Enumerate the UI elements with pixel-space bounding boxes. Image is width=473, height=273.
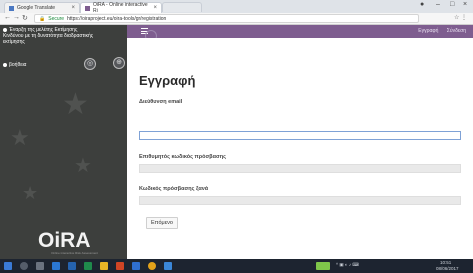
tray-icons[interactable]: ^ ▣ ◐ ♪ ⌨ — [336, 262, 359, 268]
app-icon[interactable] — [164, 262, 172, 270]
word-icon[interactable] — [68, 262, 76, 270]
url-input[interactable]: 🔒 Secure https://oiraproject.eu/oira-too… — [34, 14, 419, 23]
profile-icon[interactable]: ● — [420, 1, 424, 8]
close-tab-icon[interactable]: × — [153, 5, 157, 11]
excel-icon[interactable] — [84, 262, 92, 270]
top-links: Εγγραφή Σύνδεση — [418, 28, 473, 34]
register-link[interactable]: Εγγραφή — [418, 28, 438, 34]
battery-icon[interactable] — [316, 262, 330, 270]
task-view-icon[interactable] — [36, 262, 44, 270]
star-decoration-icon: ★ — [22, 183, 39, 203]
email-field[interactable] — [139, 131, 461, 140]
sidebar-intro-text: Έναρξη της μελέτης Εκτίμησης Κινδύνου με… — [3, 27, 94, 45]
sidebar-circle-button-1[interactable]: ◎ — [84, 58, 96, 70]
next-button[interactable]: Επόμενο — [146, 217, 178, 229]
tab-oira[interactable]: OiRA - Online interactive Ri × — [80, 2, 162, 14]
sidebar-intro[interactable]: Έναρξη της μελέτης Εκτίμησης Κινδύνου με… — [3, 27, 99, 45]
password-repeat-field[interactable] — [139, 196, 461, 205]
login-link[interactable]: Σύνδεση — [447, 28, 466, 34]
top-bar: Εγγραφή Σύνδεση — [127, 25, 473, 42]
oira-favicon-icon — [85, 5, 90, 11]
maximize-icon[interactable]: □ — [450, 1, 454, 8]
clock-time[interactable]: 10:51 — [440, 260, 451, 265]
file-explorer-icon[interactable] — [100, 262, 108, 270]
new-tab-button[interactable] — [162, 2, 202, 12]
close-tab-icon[interactable]: × — [71, 5, 75, 11]
forward-icon[interactable]: → — [13, 14, 20, 21]
password-repeat-label: Κωδικός πρόσβασης ξανά — [139, 186, 209, 192]
back-icon[interactable]: ← — [4, 14, 11, 21]
search-icon[interactable] — [20, 262, 28, 270]
taskbar: ^ ▣ ◐ ♪ ⌨ 10:51 08/06/2017 — [0, 259, 473, 273]
browser-menu-icon[interactable]: ☆ ⋮ — [454, 14, 467, 21]
chrome-icon[interactable] — [148, 262, 156, 270]
bullet-icon — [3, 27, 7, 32]
translate-favicon-icon — [9, 5, 14, 11]
address-bar-row: ← → ↻ 🔒 Secure https://oiraproject.eu/oi… — [0, 13, 473, 25]
tab-google-translate[interactable]: Google Translate × — [4, 2, 80, 13]
star-decoration-icon: ★ — [10, 125, 30, 150]
page-title: Εγγραφή — [139, 73, 196, 88]
tab-label: Google Translate — [17, 5, 56, 11]
secure-label: Secure — [48, 15, 65, 22]
secure-lock-icon: 🔒 — [39, 15, 46, 22]
star-decoration-icon: ★ — [62, 88, 89, 121]
edge-browser-icon[interactable] — [52, 262, 60, 270]
oira-logo-subtitle: Online interactive Risk Assessment — [51, 251, 98, 255]
star-decoration-icon: ★ — [74, 155, 92, 177]
sidebar-circle-button-2[interactable]: ⊕ — [113, 57, 125, 69]
windows-start-icon[interactable] — [4, 262, 12, 270]
url-text: https://oiraproject.eu/oira-tools/gr/reg… — [67, 15, 167, 22]
password-label: Επιθυμητός κωδικός πρόσβασης — [139, 154, 226, 160]
minimize-icon[interactable]: – — [436, 1, 440, 8]
email-label: Διεύθυνση email — [139, 99, 183, 105]
powerpoint-icon[interactable] — [116, 262, 124, 270]
sidebar-item-help[interactable]: βοήθεια — [3, 62, 26, 68]
browser-tab-bar: Google Translate × OiRA - Online interac… — [0, 0, 473, 14]
password-field[interactable] — [139, 164, 461, 173]
sidebar-item-label: βοήθεια — [9, 62, 27, 68]
main-content: Εγγραφή Διεύθυνση email Επιθυμητός κωδικ… — [127, 38, 473, 259]
close-window-icon[interactable]: × — [463, 1, 467, 8]
sidebar: Έναρξη της μελέτης Εκτίμησης Κινδύνου με… — [0, 25, 127, 259]
reload-icon[interactable]: ↻ — [22, 14, 28, 22]
oira-logo: OiRA — [38, 229, 91, 252]
outlook-icon[interactable] — [132, 262, 140, 270]
clock-date[interactable]: 08/06/2017 — [436, 266, 459, 271]
bullet-icon — [3, 62, 7, 67]
